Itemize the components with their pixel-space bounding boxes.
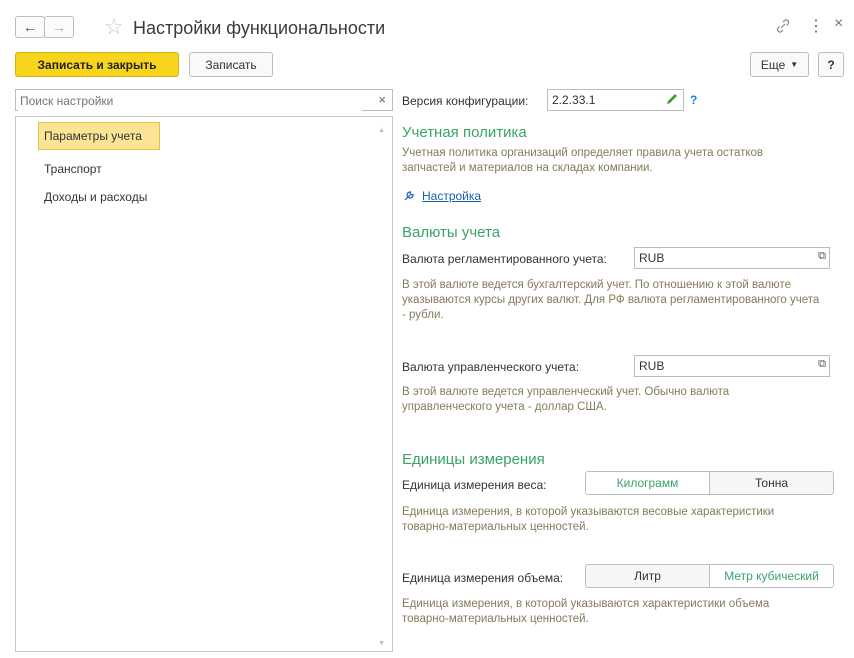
nav-item-label: Транспорт (44, 162, 102, 176)
nav-item-parameters[interactable]: Параметры учета (44, 129, 142, 143)
settings-link-label: Настройка (422, 189, 482, 203)
reg-currency-field[interactable]: RUB ⧉ (634, 247, 830, 269)
help-button[interactable]: ? (818, 52, 844, 77)
reg-currency-description: В этой валюте ведется бухгалтерский учет… (402, 279, 820, 321)
nav-item-income-expenses[interactable]: Доходы и расходы (44, 190, 147, 204)
scroll-down-icon[interactable]: ▼ (378, 640, 385, 647)
close-icon[interactable]: × (834, 15, 843, 33)
more-menu-icon[interactable]: ⋮ (808, 16, 824, 36)
clear-icon[interactable]: × (378, 92, 386, 107)
mgmt-currency-label: Валюта управленческого учета: (402, 360, 580, 374)
search-box: × (15, 89, 393, 111)
back-button[interactable]: ← (15, 16, 45, 38)
save-and-close-label: Записать и закрыть (37, 57, 157, 72)
config-version-value: 2.2.33.1 (552, 93, 596, 107)
weight-unit-description: Единица измерения, в которой указываются… (402, 506, 775, 533)
config-version-field[interactable]: 2.2.33.1 (547, 89, 684, 111)
save-label: Записать (205, 57, 257, 72)
volume-option-label: Литр (634, 569, 661, 583)
more-button[interactable]: Еще ▼ (750, 52, 809, 77)
volume-option-label: Метр кубический (724, 569, 819, 583)
weight-unit-label: Единица измерения веса: (402, 478, 547, 492)
more-label: Еще (760, 57, 786, 72)
save-and-close-button[interactable]: Записать и закрыть (15, 52, 179, 77)
reg-currency-value: RUB (639, 251, 665, 265)
forward-button[interactable]: → (44, 16, 74, 38)
currencies-title: Валюты учета (402, 224, 501, 241)
nav-item-transport[interactable]: Транспорт (44, 162, 102, 176)
mgmt-currency-field[interactable]: RUB ⧉ (634, 355, 830, 377)
arrow-right-icon: → (52, 19, 66, 35)
help-icon[interactable]: ? (690, 93, 697, 107)
weight-option-label: Тонна (755, 476, 788, 490)
mgmt-currency-value: RUB (639, 359, 665, 373)
help-label: ? (827, 57, 835, 72)
reg-currency-label: Валюта регламентированного учета: (402, 252, 607, 266)
accounting-policy-description: Учетная политика организаций определяет … (402, 147, 764, 174)
mgmt-currency-description: В этой валюте ведется управленческий уче… (402, 386, 730, 413)
arrow-left-icon: ← (23, 19, 37, 35)
weight-option-label: Килограмм (616, 476, 679, 490)
config-version-label: Версия конфигурации: (402, 94, 529, 108)
open-icon[interactable]: ⧉ (818, 358, 826, 371)
weight-option-ton[interactable]: Тонна (709, 471, 834, 495)
volume-unit-label: Единица измерения объема: (402, 571, 564, 585)
save-button[interactable]: Записать (189, 52, 273, 77)
settings-link[interactable]: Настройка (402, 189, 481, 203)
settings-nav-panel: Параметры учета Транспорт Доходы и расхо… (15, 116, 393, 652)
page-title: Настройки функциональности (133, 18, 386, 38)
link-icon[interactable] (775, 18, 791, 34)
open-icon[interactable]: ⧉ (818, 250, 826, 263)
caret-down-icon: ▼ (790, 60, 799, 69)
volume-unit-description: Единица измерения, в которой указываются… (402, 598, 770, 625)
accounting-policy-title: Учетная политика (402, 124, 527, 141)
search-input[interactable] (18, 91, 362, 111)
scroll-up-icon[interactable]: ▲ (378, 127, 385, 134)
pencil-icon[interactable] (665, 92, 679, 109)
volume-option-cubic-meter[interactable]: Метр кубический (709, 564, 834, 588)
units-title: Единицы измерения (402, 451, 545, 468)
nav-item-label: Доходы и расходы (44, 190, 148, 204)
favorite-star-icon[interactable]: ☆ (104, 14, 124, 40)
volume-option-liter[interactable]: Литр (585, 564, 710, 588)
nav-item-label: Параметры учета (44, 129, 142, 143)
wrench-icon (402, 189, 418, 203)
weight-option-kilogram[interactable]: Килограмм (585, 471, 710, 495)
